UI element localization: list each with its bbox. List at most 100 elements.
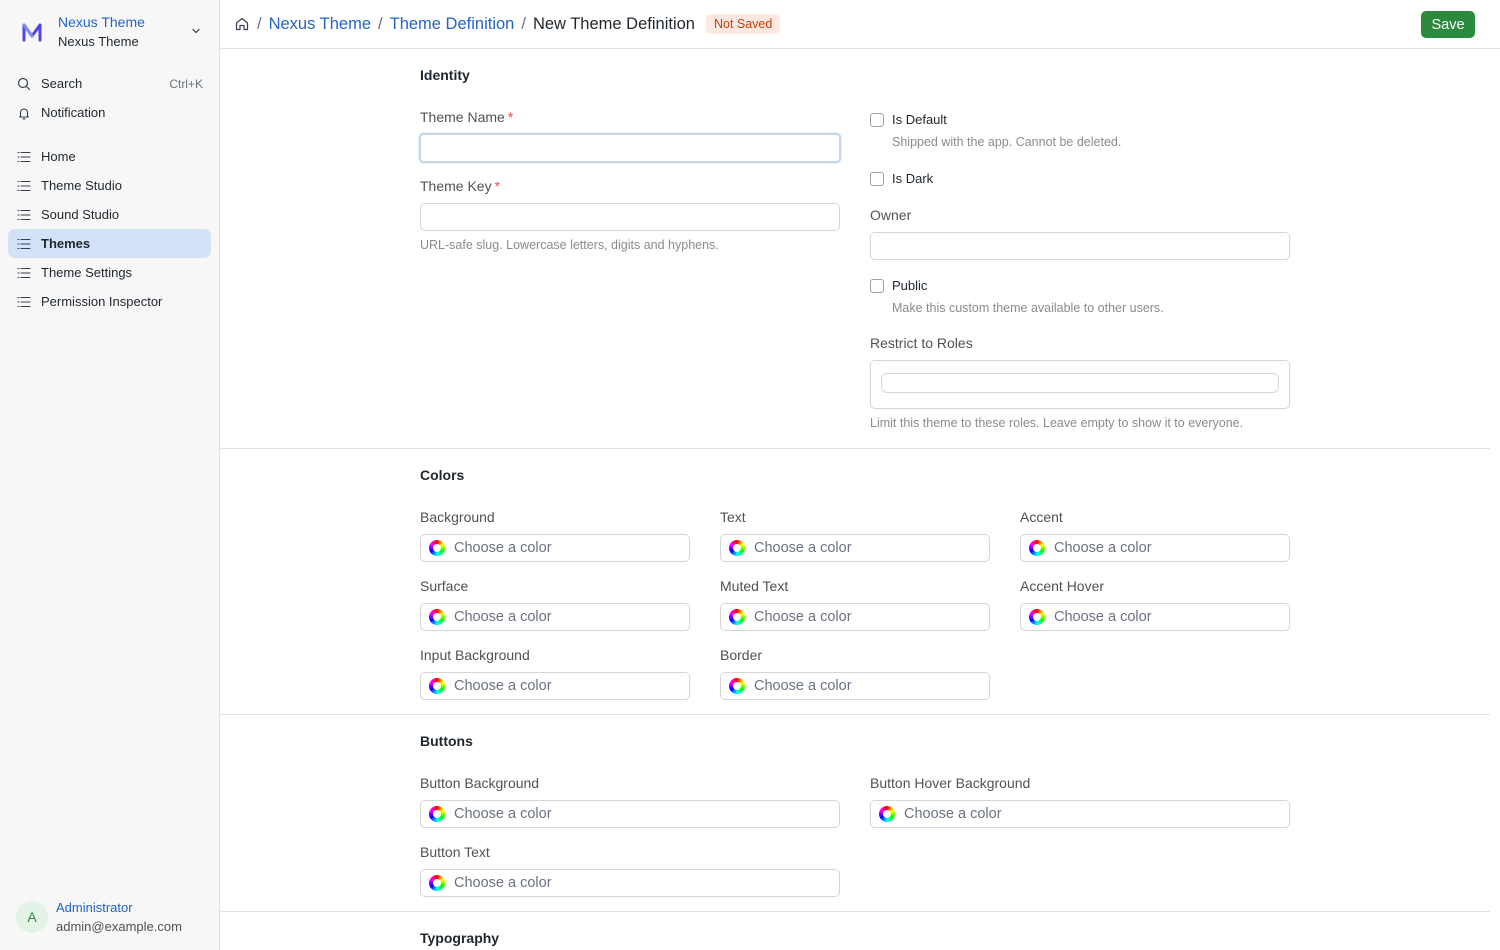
sidebar-item-sound-studio[interactable]: Sound Studio: [8, 200, 211, 229]
button-hover-background-color-input[interactable]: Choose a color: [870, 800, 1290, 828]
sidebar-item-themes[interactable]: Themes: [8, 229, 211, 258]
button-background-color-input[interactable]: Choose a color: [420, 800, 840, 828]
color-placeholder: Choose a color: [1054, 540, 1152, 556]
search-icon: [16, 76, 32, 92]
owner-label: Owner: [870, 207, 912, 223]
public-checkbox-box[interactable]: [870, 278, 884, 293]
theme-key-label: Theme Key *: [420, 178, 501, 194]
breadcrumb-separator: /: [521, 14, 526, 33]
workspace-switcher[interactable]: Nexus Theme Nexus Theme: [10, 10, 210, 54]
accent-hover-color-input[interactable]: Choose a color: [1020, 603, 1290, 631]
color-placeholder: Choose a color: [454, 875, 552, 891]
chevron-down-icon: [192, 28, 200, 34]
text-color-input[interactable]: Choose a color: [720, 534, 990, 562]
sidebar-item-permission-inspector[interactable]: Permission Inspector: [8, 287, 211, 316]
colors-section: Colors Background Choose a color Text Ch…: [220, 449, 1490, 715]
color-wheel-icon: [429, 609, 445, 625]
page-header: / Nexus Theme / Theme Definition / New T…: [220, 0, 1500, 49]
is-default-label: Is Default: [892, 112, 947, 127]
public-checkbox[interactable]: Public: [870, 278, 927, 293]
page-title: New Theme Definition: [532, 14, 695, 33]
background-color-input[interactable]: Choose a color: [420, 534, 690, 562]
home-icon[interactable]: [234, 16, 250, 32]
input-background-color-input[interactable]: Choose a color: [420, 672, 690, 700]
accent-color-input[interactable]: Choose a color: [1020, 534, 1290, 562]
input-background-color-label: Input Background: [420, 647, 530, 663]
sidebar-item-label: Permission Inspector: [41, 294, 163, 309]
list-icon: [16, 207, 32, 223]
breadcrumb-separator: /: [378, 14, 383, 33]
sidebar-item-label: Sound Studio: [41, 207, 120, 222]
list-icon: [16, 236, 32, 252]
color-wheel-icon: [1029, 609, 1045, 625]
breadcrumb-nexus-theme[interactable]: Nexus Theme: [269, 15, 371, 34]
surface-color-label: Surface: [420, 578, 469, 594]
sidebar-item-theme-studio[interactable]: Theme Studio: [8, 171, 211, 200]
public-label: Public: [892, 278, 928, 293]
section-title-buttons: Buttons: [420, 733, 473, 749]
color-wheel-icon: [729, 678, 745, 694]
brand-subtitle: Nexus Theme: [58, 34, 139, 49]
owner-input[interactable]: [870, 232, 1290, 260]
color-wheel-icon: [729, 609, 745, 625]
color-wheel-icon: [879, 806, 895, 822]
theme-key-input[interactable]: [420, 203, 840, 231]
buttons-section: Buttons Button Background Choose a color…: [220, 715, 1490, 912]
color-wheel-icon: [729, 540, 745, 556]
background-color-label: Background: [420, 509, 495, 525]
save-button[interactable]: Save: [1421, 11, 1475, 38]
sidebar-item-label: Themes: [41, 236, 91, 251]
is-default-help: Shipped with the app. Cannot be deleted.: [892, 135, 1122, 149]
notification-label: Notification: [41, 105, 106, 120]
muted-text-color-label: Muted Text: [720, 578, 789, 594]
section-title-typography: Typography: [420, 930, 500, 946]
color-placeholder: Choose a color: [454, 609, 552, 625]
identity-section: Identity Theme Name * Theme Key * URL-safe…: [220, 49, 1490, 449]
breadcrumb: / Nexus Theme / Theme Definition / New T…: [234, 12, 781, 36]
border-color-input[interactable]: Choose a color: [720, 672, 990, 700]
color-wheel-icon: [429, 875, 445, 891]
sidebar-item-label: Theme Settings: [41, 265, 133, 280]
search-button[interactable]: Search Ctrl+K: [8, 69, 211, 98]
color-placeholder: Choose a color: [754, 609, 852, 625]
text-color-label: Text: [720, 509, 746, 525]
color-placeholder: Choose a color: [1054, 609, 1152, 625]
app-logo-icon: [22, 23, 42, 42]
section-title-identity: Identity: [420, 67, 470, 83]
muted-text-color-input[interactable]: Choose a color: [720, 603, 990, 631]
is-default-checkbox-box[interactable]: [870, 112, 884, 127]
button-hover-background-color-label: Button Hover Background: [870, 775, 1031, 791]
typography-section: Typography: [220, 912, 1490, 950]
is-dark-label: Is Dark: [892, 171, 934, 186]
surface-color-input[interactable]: Choose a color: [420, 603, 690, 631]
color-placeholder: Choose a color: [754, 540, 852, 556]
restrict-roles-input[interactable]: [881, 373, 1279, 393]
avatar: A: [16, 901, 48, 933]
search-shortcut: Ctrl+K: [169, 76, 203, 91]
user-menu[interactable]: A Administrator admin@example.com: [16, 898, 182, 936]
restrict-roles-help: Limit this theme to these roles. Leave e…: [870, 416, 1244, 430]
sidebar-item-label: Theme Studio: [41, 178, 122, 193]
public-help: Make this custom theme available to othe…: [892, 301, 1164, 315]
sidebar-item-theme-settings[interactable]: Theme Settings: [8, 258, 211, 287]
color-placeholder: Choose a color: [754, 678, 852, 694]
list-icon: [16, 149, 32, 165]
user-name: Administrator: [56, 900, 133, 915]
accent-color-label: Accent: [1020, 509, 1063, 525]
restrict-roles-field: [870, 360, 1290, 409]
is-dark-checkbox-box[interactable]: [870, 171, 884, 186]
color-wheel-icon: [429, 678, 445, 694]
search-label: Search: [41, 76, 83, 91]
color-wheel-icon: [429, 540, 445, 556]
is-dark-checkbox[interactable]: Is Dark: [870, 171, 933, 186]
list-icon: [16, 294, 32, 310]
theme-name-input[interactable]: [419, 133, 841, 163]
user-email: admin@example.com: [56, 919, 182, 934]
sidebar-item-home[interactable]: Home: [8, 142, 211, 171]
is-default-checkbox[interactable]: Is Default: [870, 112, 947, 127]
section-title-colors: Colors: [420, 467, 465, 483]
button-text-color-input[interactable]: Choose a color: [420, 869, 840, 897]
notification-button[interactable]: Notification: [8, 98, 211, 127]
list-icon: [16, 265, 32, 281]
breadcrumb-theme-definition[interactable]: Theme Definition: [390, 15, 515, 34]
